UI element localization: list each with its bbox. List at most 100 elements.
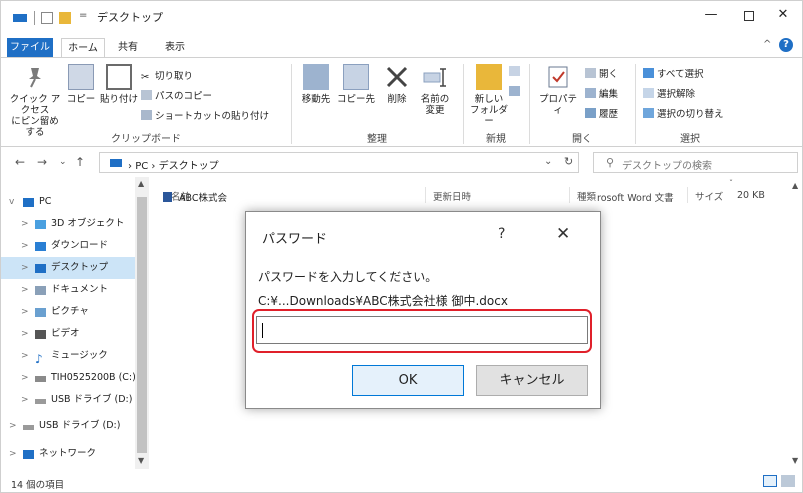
nav-item-videos[interactable]: > ビデオ <box>1 323 149 345</box>
expand-icon[interactable]: > <box>9 443 17 465</box>
nav-item-c-drive[interactable]: > TIH0525200B (C:) <box>1 367 149 389</box>
tab-share[interactable]: 共有 <box>109 38 147 57</box>
nav-label: ビデオ <box>51 328 80 339</box>
new-group: 新しい フォルダー 新規 <box>463 58 529 148</box>
column-header-modified[interactable]: 更新日時 <box>433 189 471 203</box>
select-all-button[interactable]: すべて選択 <box>643 66 703 80</box>
refresh-icon[interactable]: ↻ <box>564 155 573 168</box>
select-all-icon <box>643 68 654 78</box>
nav-item-network[interactable]: > ネットワーク <box>1 443 149 465</box>
expand-icon[interactable]: > <box>21 213 29 235</box>
nav-item-usb-drive[interactable]: > USB ドライブ (D:) <box>1 389 149 411</box>
paste-shortcut-button[interactable]: ショートカットの貼り付け <box>141 108 269 122</box>
nav-scrollbar[interactable] <box>135 177 149 469</box>
address-bar[interactable]: › PC › デスクトップ ⌄ <box>99 152 579 173</box>
nav-item-downloads[interactable]: > ダウンロード <box>1 235 149 257</box>
expand-icon[interactable]: > <box>21 389 29 411</box>
nav-item-documents[interactable]: > ドキュメント <box>1 279 149 301</box>
column-header-type[interactable]: 種類 <box>577 189 596 203</box>
nav-item-pictures[interactable]: > ピクチャ <box>1 301 149 323</box>
expand-icon[interactable]: > <box>21 257 29 279</box>
forward-button[interactable]: → <box>37 155 47 169</box>
up-button[interactable]: ↑ <box>75 155 85 169</box>
new-folder-quick-icon[interactable] <box>59 12 71 24</box>
tab-home[interactable]: ホーム <box>61 38 105 57</box>
breadcrumb[interactable]: › PC › デスクトップ <box>128 157 219 172</box>
properties-quick-icon[interactable] <box>41 12 53 24</box>
nav-scroll-thumb[interactable] <box>137 197 147 453</box>
recent-locations-icon[interactable]: ⌄ <box>59 157 67 167</box>
copy-to-label: コピー先 <box>337 94 376 105</box>
help-icon[interactable]: ? <box>779 38 793 52</box>
new-folder-button[interactable]: 新しい フォルダー <box>469 64 509 127</box>
file-name[interactable]: ABC株式会 <box>179 190 227 204</box>
file-list-scrollbar[interactable] <box>790 177 802 467</box>
open-button[interactable]: 開く <box>585 66 618 80</box>
large-icons-view-button[interactable] <box>781 475 795 487</box>
move-to-button[interactable]: 移動先 <box>297 64 335 105</box>
network-icon <box>23 450 34 459</box>
copy-button[interactable]: コピー <box>65 64 97 105</box>
history-button[interactable]: 履歴 <box>585 106 618 120</box>
file-type: rosoft Word 文書 <box>597 193 674 204</box>
back-button[interactable]: ← <box>15 155 25 169</box>
delete-icon <box>386 66 408 88</box>
nav-label: ドキュメント <box>51 284 109 295</box>
copy-to-button[interactable]: コピー先 <box>337 64 375 105</box>
column-header-size[interactable]: サイズ <box>695 189 723 203</box>
new-item-button[interactable] <box>509 66 523 78</box>
nav-item-music[interactable]: > ♪ ミュージック <box>1 345 149 367</box>
ok-button[interactable]: OK <box>352 365 464 396</box>
expand-icon[interactable]: > <box>21 323 29 345</box>
paste-label: 貼り付け <box>99 94 138 105</box>
nav-item-pc[interactable]: v PC <box>1 191 149 213</box>
cut-button[interactable]: ✂ 切り取り <box>141 68 193 83</box>
rename-button[interactable]: 名前の 変更 <box>415 64 455 116</box>
status-bar: 14 個の項目 <box>1 471 802 492</box>
copy-path-button[interactable]: パスのコピー <box>141 88 212 102</box>
paste-button[interactable]: 貼り付け <box>99 64 139 105</box>
nav-item-usb-drive-root[interactable]: > USB ドライブ (D:) <box>1 415 149 437</box>
expand-icon[interactable]: > <box>21 367 29 389</box>
breadcrumb-desktop[interactable]: デスクトップ <box>159 161 219 172</box>
select-none-label: 選択解除 <box>657 89 696 100</box>
expand-icon[interactable]: > <box>21 279 29 301</box>
ribbon-tabs: ファイル ホーム 共有 表示 <box>1 35 802 57</box>
help-button[interactable]: ? <box>498 226 505 242</box>
minimize-button[interactable]: — <box>691 7 731 27</box>
title-bar: = デスクトップ — ✕ <box>1 1 802 35</box>
nav-item-3d-objects[interactable]: > 3D オブジェクト <box>1 213 149 235</box>
expand-icon[interactable]: > <box>9 415 17 437</box>
nav-item-desktop[interactable]: > デスクトップ <box>1 257 135 279</box>
edit-button[interactable]: 編集 <box>585 86 618 100</box>
quick-access-dropdown[interactable]: = <box>79 10 87 24</box>
expand-icon[interactable]: > <box>21 345 29 367</box>
scroll-up-icon[interactable]: ▲ <box>792 181 798 190</box>
expand-icon[interactable]: > <box>21 235 29 257</box>
file-explorer-window: = デスクトップ — ✕ ファイル ホーム 共有 表示 ^ ? クイック アクセ… <box>0 0 803 493</box>
select-none-button[interactable]: 選択解除 <box>643 86 695 100</box>
breadcrumb-pc[interactable]: PC <box>135 161 148 172</box>
search-input[interactable]: ⚲ デスクトップの検索 <box>593 152 798 173</box>
pin-to-quick-access-button[interactable]: クイック アクセス にピン留めする <box>7 64 63 138</box>
cancel-button[interactable]: キャンセル <box>476 365 588 396</box>
scroll-up-icon[interactable]: ▲ <box>138 179 144 188</box>
edit-icon <box>585 88 596 98</box>
close-button[interactable]: ✕ <box>556 224 570 244</box>
ribbon-collapse-icon[interactable]: ^ <box>763 39 771 50</box>
copy-icon <box>68 64 94 90</box>
expand-icon[interactable]: v <box>9 191 14 213</box>
close-button[interactable]: ✕ <box>763 7 802 27</box>
scroll-down-icon[interactable]: ▼ <box>792 456 798 465</box>
details-view-button[interactable] <box>763 475 777 487</box>
pin-label-1: クイック アクセス <box>9 94 61 116</box>
scroll-down-icon[interactable]: ▼ <box>138 456 144 465</box>
delete-button[interactable]: 削除 <box>379 64 415 105</box>
properties-button[interactable]: プロパティ <box>535 64 581 116</box>
chevron-down-icon[interactable]: ⌄ <box>544 156 552 167</box>
expand-icon[interactable]: > <box>21 301 29 323</box>
invert-selection-button[interactable]: 選択の切り替え <box>643 106 724 120</box>
tab-file[interactable]: ファイル <box>7 38 53 57</box>
tab-view[interactable]: 表示 <box>157 38 193 57</box>
easy-access-button[interactable] <box>509 86 523 98</box>
